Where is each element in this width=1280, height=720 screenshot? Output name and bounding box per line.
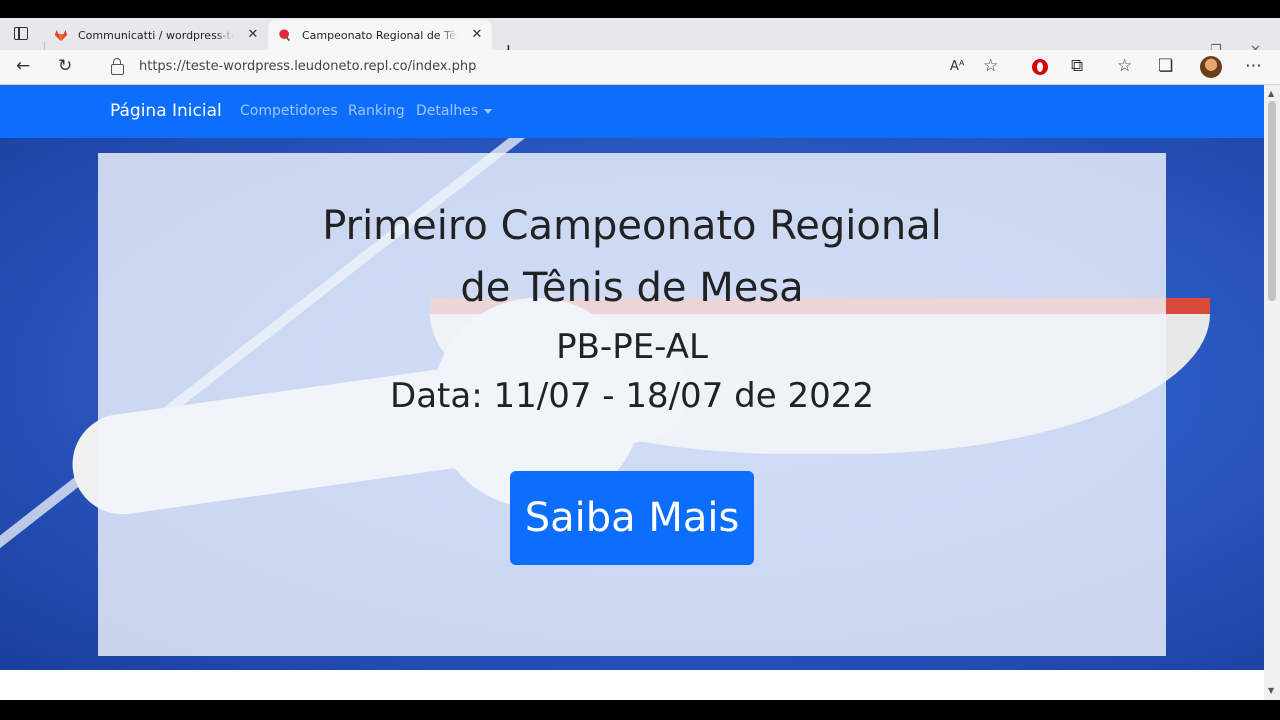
read-aloud-icon[interactable]: Aᴬ <box>950 57 965 77</box>
nav-link-competidores[interactable]: Competidores <box>240 103 338 119</box>
scroll-thumb[interactable] <box>1268 101 1276 301</box>
extensions-icon[interactable]: ⧉ <box>1071 56 1083 76</box>
saiba-mais-button[interactable]: Saiba Mais <box>510 471 754 565</box>
scroll-down-icon[interactable]: ▼ <box>1268 686 1274 695</box>
favorite-add-icon[interactable]: ☆ <box>983 56 998 76</box>
tab-bar: Communicatti / wordpress-test ✕ Campeona… <box>0 18 1280 63</box>
scroll-up-icon[interactable]: ▲ <box>1268 89 1274 98</box>
hero-section: Primeiro Campeonato Regional de Tênis de… <box>0 138 1264 670</box>
favicon-red-icon <box>279 29 290 42</box>
avatar[interactable] <box>1200 56 1222 78</box>
collections-icon[interactable]: ❏ <box>1158 56 1173 76</box>
screen-top-border <box>0 0 1280 18</box>
more-icon[interactable]: ⋯ <box>1245 56 1262 76</box>
nav-brand[interactable]: Página Inicial <box>110 101 222 121</box>
back-icon[interactable]: ← <box>16 56 30 76</box>
tab-title: Campeonato Regional de Tênis de Mesa <box>302 28 458 42</box>
browser-toolbar: ← ↻ https://teste-wordpress.leudoneto.re… <box>0 50 1280 85</box>
navbar: Página Inicial Competidores Ranking Deta… <box>0 85 1264 138</box>
tab-actions-icon[interactable] <box>14 27 28 40</box>
hero-date: Data: 11/07 - 18/07 de 2022 <box>390 376 874 416</box>
hero-subtitle: PB-PE-AL <box>556 327 708 367</box>
url-text: https://teste-wordpress.leudoneto.repl.c… <box>139 59 477 74</box>
scrollbar[interactable]: ▲ ▼ <box>1264 85 1280 700</box>
address-bar[interactable]: https://teste-wordpress.leudoneto.repl.c… <box>95 53 1015 81</box>
chevron-down-icon <box>484 108 493 114</box>
close-icon[interactable]: ✕ <box>246 27 260 42</box>
tab-campeonato[interactable]: Campeonato Regional de Tênis de Mesa ✕ <box>268 20 492 50</box>
favorites-icon[interactable]: ☆ <box>1117 56 1132 76</box>
hero-title-line-1: Primeiro Campeonato Regional <box>322 203 942 249</box>
hero-panel: Primeiro Campeonato Regional de Tênis de… <box>98 153 1166 656</box>
close-icon[interactable]: ✕ <box>470 27 484 42</box>
refresh-icon[interactable]: ↻ <box>58 56 72 76</box>
nav-link-detalhes-label: Detalhes <box>416 103 479 119</box>
nav-link-ranking[interactable]: Ranking <box>348 103 405 119</box>
gitlab-icon <box>54 29 68 42</box>
hero-title-line-2: de Tênis de Mesa <box>460 265 804 311</box>
opera-icon[interactable] <box>1032 59 1048 75</box>
page-below-hero <box>0 670 1264 700</box>
tab-communicatti[interactable]: Communicatti / wordpress-test ✕ <box>44 20 268 50</box>
lock-icon <box>111 58 124 75</box>
screen-bottom-border <box>0 700 1280 720</box>
page-viewport: Página Inicial Competidores Ranking Deta… <box>0 85 1264 700</box>
nav-dropdown-detalhes[interactable]: Detalhes <box>416 103 493 119</box>
tab-title: Communicatti / wordpress-test <box>78 28 234 42</box>
